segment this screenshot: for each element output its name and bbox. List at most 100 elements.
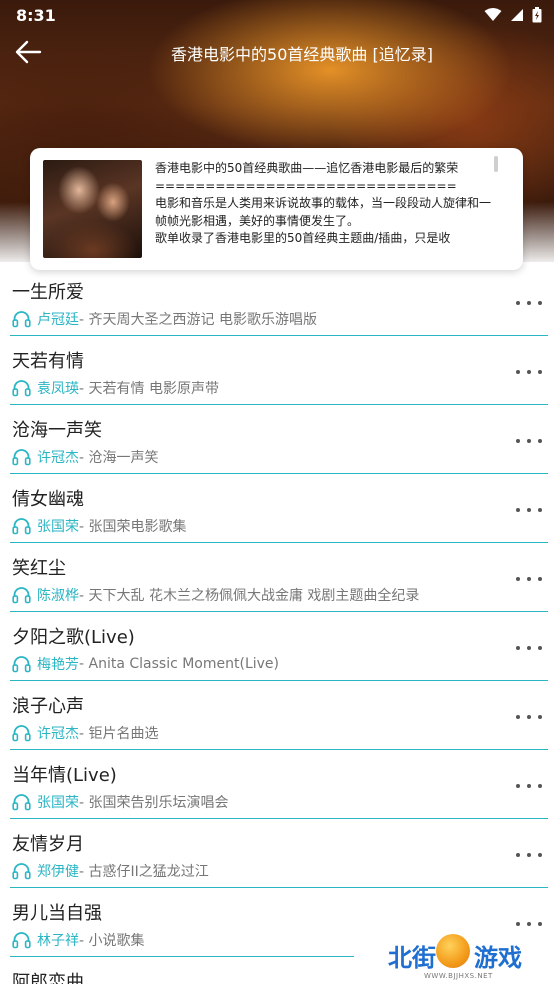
more-dot xyxy=(527,508,531,512)
song-title: 天若有情 xyxy=(12,351,84,372)
more-dot xyxy=(538,508,542,512)
song-row[interactable]: 友情岁月郑伊健 - 古惑仔II之猛龙过江 xyxy=(0,824,554,893)
song-album: - 古惑仔II之猛龙过江 xyxy=(79,864,209,880)
song-row[interactable]: 笑红尘 陈淑桦 - 天下大乱 花木兰之杨佩佩大战金庸 戏剧主题曲全纪录 xyxy=(0,548,554,617)
row-divider xyxy=(10,404,548,405)
headphones-icon xyxy=(12,931,31,949)
row-divider xyxy=(10,473,548,474)
more-dot xyxy=(527,646,531,650)
description-scrollbar[interactable] xyxy=(494,156,498,172)
title-bar: 香港电影中的50首经典歌曲 [追忆录] xyxy=(0,30,554,74)
song-album: - 沧海一声笑 xyxy=(79,450,159,466)
more-options-button[interactable] xyxy=(516,365,542,379)
headphones-icon xyxy=(12,517,31,535)
more-options-button[interactable] xyxy=(516,434,542,448)
more-dot xyxy=(527,922,531,926)
headphones-icon xyxy=(12,379,31,397)
song-title: 男儿当自强 xyxy=(12,903,102,924)
song-row[interactable]: 沧海一声笑 许冠杰 - 沧海一声笑 xyxy=(0,410,554,479)
watermark-url: WWW.BJJHXS.NET xyxy=(424,972,493,980)
more-dot xyxy=(527,784,531,788)
song-row[interactable]: 夕阳之歌(Live) 梅艳芳 - Anita Classic Moment(Liv… xyxy=(0,617,554,686)
signal-icon xyxy=(511,9,523,21)
song-title: 友情岁月 xyxy=(12,834,84,855)
more-options-button[interactable] xyxy=(516,296,542,310)
song-row[interactable]: 一生所爱卢冠廷 - 齐天周大圣之西游记 电影歌乐游唱版 xyxy=(0,272,554,341)
song-artist: 卢冠廷 xyxy=(37,312,79,328)
more-dots-icon xyxy=(516,853,520,857)
song-artist: 陈淑桦 xyxy=(37,588,79,604)
more-options-button[interactable] xyxy=(516,848,542,862)
row-divider xyxy=(10,887,548,888)
more-dot xyxy=(538,922,542,926)
page-title: 香港电影中的50首经典歌曲 [追忆录] xyxy=(171,45,433,64)
row-divider xyxy=(10,749,548,750)
row-divider xyxy=(10,335,548,336)
song-list: 一生所爱 卢冠廷 - 齐天周大圣之西游记 电影歌乐游唱版 天若有情 袁凤瑛 - 天若有… xyxy=(0,272,554,984)
more-options-button[interactable] xyxy=(516,641,542,655)
song-artist: 郑伊健 xyxy=(37,864,79,880)
more-dots-icon xyxy=(516,301,520,305)
row-divider xyxy=(10,542,548,543)
more-dot xyxy=(538,784,542,788)
more-options-button[interactable] xyxy=(516,917,542,931)
more-dot xyxy=(527,715,531,719)
headphones-icon xyxy=(12,586,31,604)
more-dot xyxy=(538,439,542,443)
status-bar: 8:31 xyxy=(0,0,554,30)
song-artist: 梅艳芳 xyxy=(37,657,79,673)
song-album: - 齐天周大圣之西游记 电影歌乐游唱版 xyxy=(79,312,317,328)
song-artist: 袁凤瑛 xyxy=(37,381,79,397)
more-options-button[interactable] xyxy=(516,503,542,517)
wifi-icon xyxy=(484,8,502,21)
song-subtitle: 梅艳芳 - Anita Classic Moment(Live) xyxy=(12,654,279,674)
more-dots-icon xyxy=(516,508,520,512)
more-dot xyxy=(538,853,542,857)
more-options-button[interactable] xyxy=(516,710,542,724)
song-subtitle: 许冠杰 - 沧海一声笑 xyxy=(12,447,159,467)
song-album: - 天下大乱 花木兰之杨佩佩大战金庸 戏剧主题曲全纪录 xyxy=(79,588,420,604)
playlist-screen: 8:31 香港电影中的50首经典歌曲 [追忆录] 香港电影中的50首经典歌曲——… xyxy=(0,0,554,984)
song-title: 浪子心声 xyxy=(12,696,84,717)
more-options-button[interactable] xyxy=(516,572,542,586)
more-dot xyxy=(527,853,531,857)
song-album: - 张国荣电影歌集 xyxy=(79,519,187,535)
song-artist: 张国荣 xyxy=(37,519,79,535)
headphones-icon xyxy=(12,310,31,328)
more-options-button[interactable] xyxy=(516,779,542,793)
status-time: 8:31 xyxy=(16,5,56,25)
song-row[interactable]: 倩女幽魂张国荣 - 张国荣电影歌集 xyxy=(0,479,554,548)
more-dot xyxy=(527,370,531,374)
song-album: - 钜片名曲选 xyxy=(79,726,159,742)
status-icons xyxy=(484,7,542,23)
watermark-text-left: 北街 xyxy=(388,944,436,972)
song-album: - 天若有情 电影原声带 xyxy=(79,381,219,397)
song-title: 倩女幽魂 xyxy=(12,489,84,510)
row-divider xyxy=(10,611,548,612)
song-title: 一生所爱 xyxy=(12,282,84,303)
song-artist: 张国荣 xyxy=(37,795,79,811)
more-dots-icon xyxy=(516,784,520,788)
more-dot xyxy=(527,301,531,305)
headphones-icon xyxy=(12,655,31,673)
song-row[interactable]: 天若有情袁凤瑛 - 天若有情 电影原声带 xyxy=(0,341,554,410)
song-row[interactable]: 浪子心声许冠杰 - 钜片名曲选 xyxy=(0,686,554,755)
song-artist: 林子祥 xyxy=(37,933,79,949)
more-dot xyxy=(538,646,542,650)
more-dots-icon xyxy=(516,577,520,581)
song-subtitle: 许冠杰 - 钜片名曲选 xyxy=(12,723,159,743)
playlist-description: 香港电影中的50首经典歌曲——追忆香港电影最后的繁荣 =============… xyxy=(155,161,492,245)
more-dots-icon xyxy=(516,439,520,443)
more-dots-icon xyxy=(516,646,520,650)
more-dot xyxy=(538,370,542,374)
song-album: - 小说歌集 xyxy=(79,933,145,949)
battery-icon xyxy=(532,7,542,23)
watermark-ball-icon xyxy=(436,934,470,968)
headphones-icon xyxy=(12,862,31,880)
song-title: 当年情(Live) xyxy=(12,765,117,786)
song-subtitle: 卢冠廷 - 齐天周大圣之西游记 电影歌乐游唱版 xyxy=(12,309,317,329)
song-row[interactable]: 当年情(Live) 张国荣 - 张国荣告别乐坛演唱会 xyxy=(0,755,554,824)
playlist-description-card[interactable]: 香港电影中的50首经典歌曲——追忆香港电影最后的繁荣 =============… xyxy=(30,148,523,270)
more-dot xyxy=(527,577,531,581)
song-subtitle: 张国荣 - 张国荣电影歌集 xyxy=(12,516,187,536)
